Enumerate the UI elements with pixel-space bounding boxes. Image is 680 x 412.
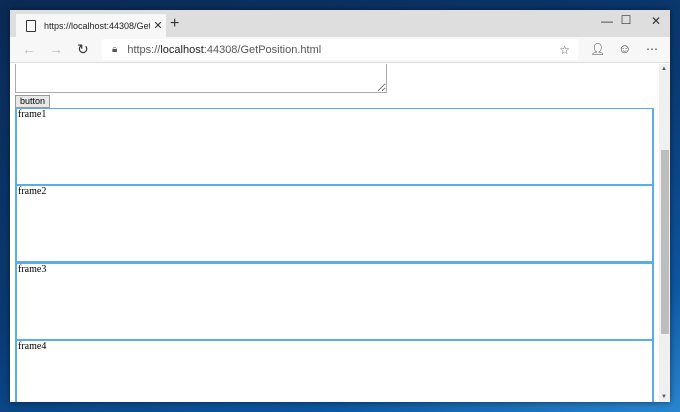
frame2: frame2 <box>15 185 654 263</box>
address-toolbar: ← → ↻ 🔒︎ https://localhost:44308/GetPosi… <box>10 37 670 63</box>
frame1: frame1 <box>15 108 654 186</box>
favorite-star-icon[interactable]: ☆ <box>559 43 570 57</box>
scroll-down-icon[interactable]: ▼ <box>661 394 667 400</box>
textarea[interactable] <box>15 64 387 93</box>
browser-window: https://localhost:44308/GetPosition.html… <box>10 10 670 402</box>
scroll-up-icon[interactable]: ▲ <box>661 66 667 72</box>
frame4: frame4 <box>15 340 654 402</box>
profile-icon[interactable]: 👤︎ <box>590 42 605 56</box>
lock-icon: 🔒︎ <box>112 44 118 55</box>
button[interactable]: button <box>15 95 51 108</box>
tab-bar: https://localhost:44308/GetPosition.html… <box>10 10 670 37</box>
close-tab-icon[interactable]: ✕ <box>150 19 166 32</box>
vertical-scrollbar[interactable]: ▲ ▼ <box>659 64 670 402</box>
refresh-icon[interactable]: ↻ <box>77 41 89 58</box>
forward-icon[interactable]: → <box>49 41 63 57</box>
page-content: button frame1 frame2 frame3 frame4 <box>10 64 659 402</box>
scrollbar-thumb[interactable] <box>661 150 669 334</box>
url-text: https://localhost:44308/GetPosition.html <box>127 43 322 56</box>
back-icon[interactable]: ← <box>22 41 36 57</box>
browser-tab[interactable]: https://localhost:44308/GetPosition.html… <box>16 14 166 37</box>
address-bar[interactable]: 🔒︎ https://localhost:44308/GetPosition.h… <box>102 39 578 60</box>
more-menu-icon[interactable]: ⋯ <box>646 42 658 56</box>
new-tab-icon[interactable]: + <box>170 15 179 33</box>
frame3: frame3 <box>15 263 654 341</box>
tab-title: https://localhost:44308/GetPosition.html <box>44 20 150 31</box>
maximize-icon[interactable]: ☐ <box>611 13 641 27</box>
page-icon <box>26 19 36 32</box>
close-window-icon[interactable]: ✕ <box>641 14 670 28</box>
feedback-smiley-icon[interactable]: ☺ <box>618 41 631 56</box>
